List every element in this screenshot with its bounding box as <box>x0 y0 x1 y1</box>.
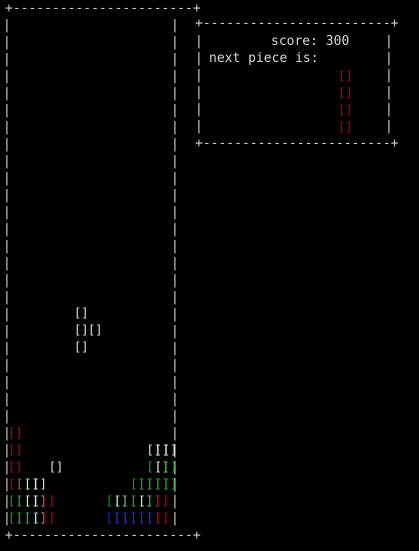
info-panel-wall-segment: | <box>195 51 203 66</box>
next-piece-label: next piece is: <box>209 51 319 66</box>
info-panel-wall-segment: | <box>195 102 203 117</box>
next-piece-block: [] <box>338 120 353 134</box>
next-piece-block: [] <box>338 86 353 100</box>
next-piece-block: [] <box>338 69 353 83</box>
game-screen: +-----------------------+ | | | | | | | | | | | | | |… <box>0 0 419 551</box>
info-panel-wall-segment: | <box>195 68 203 83</box>
info-panel-wall-segment: | <box>385 102 393 117</box>
info-panel-wall-segment: | <box>385 85 393 100</box>
info-panel-wall-segment: | <box>385 119 393 134</box>
info-panel-bottom-border: +------------------------+ <box>195 136 399 151</box>
score-display: score: 300 <box>271 34 350 49</box>
info-panel-wall-segment: | <box>195 34 203 49</box>
info-panel-wall-segment: | <box>385 68 393 83</box>
next-piece-block: [] <box>338 103 353 117</box>
info-panel-wall-segment: | <box>385 34 393 49</box>
info-panel-top-border: +------------------------+ <box>195 16 399 31</box>
info-panel-wall-segment: | <box>195 85 203 100</box>
info-panel-wall-segment: | <box>385 51 393 66</box>
info-panel: +------------------------+ | | | | | | | | | | | |… <box>0 0 419 551</box>
info-panel-wall-segment: | <box>195 119 203 134</box>
